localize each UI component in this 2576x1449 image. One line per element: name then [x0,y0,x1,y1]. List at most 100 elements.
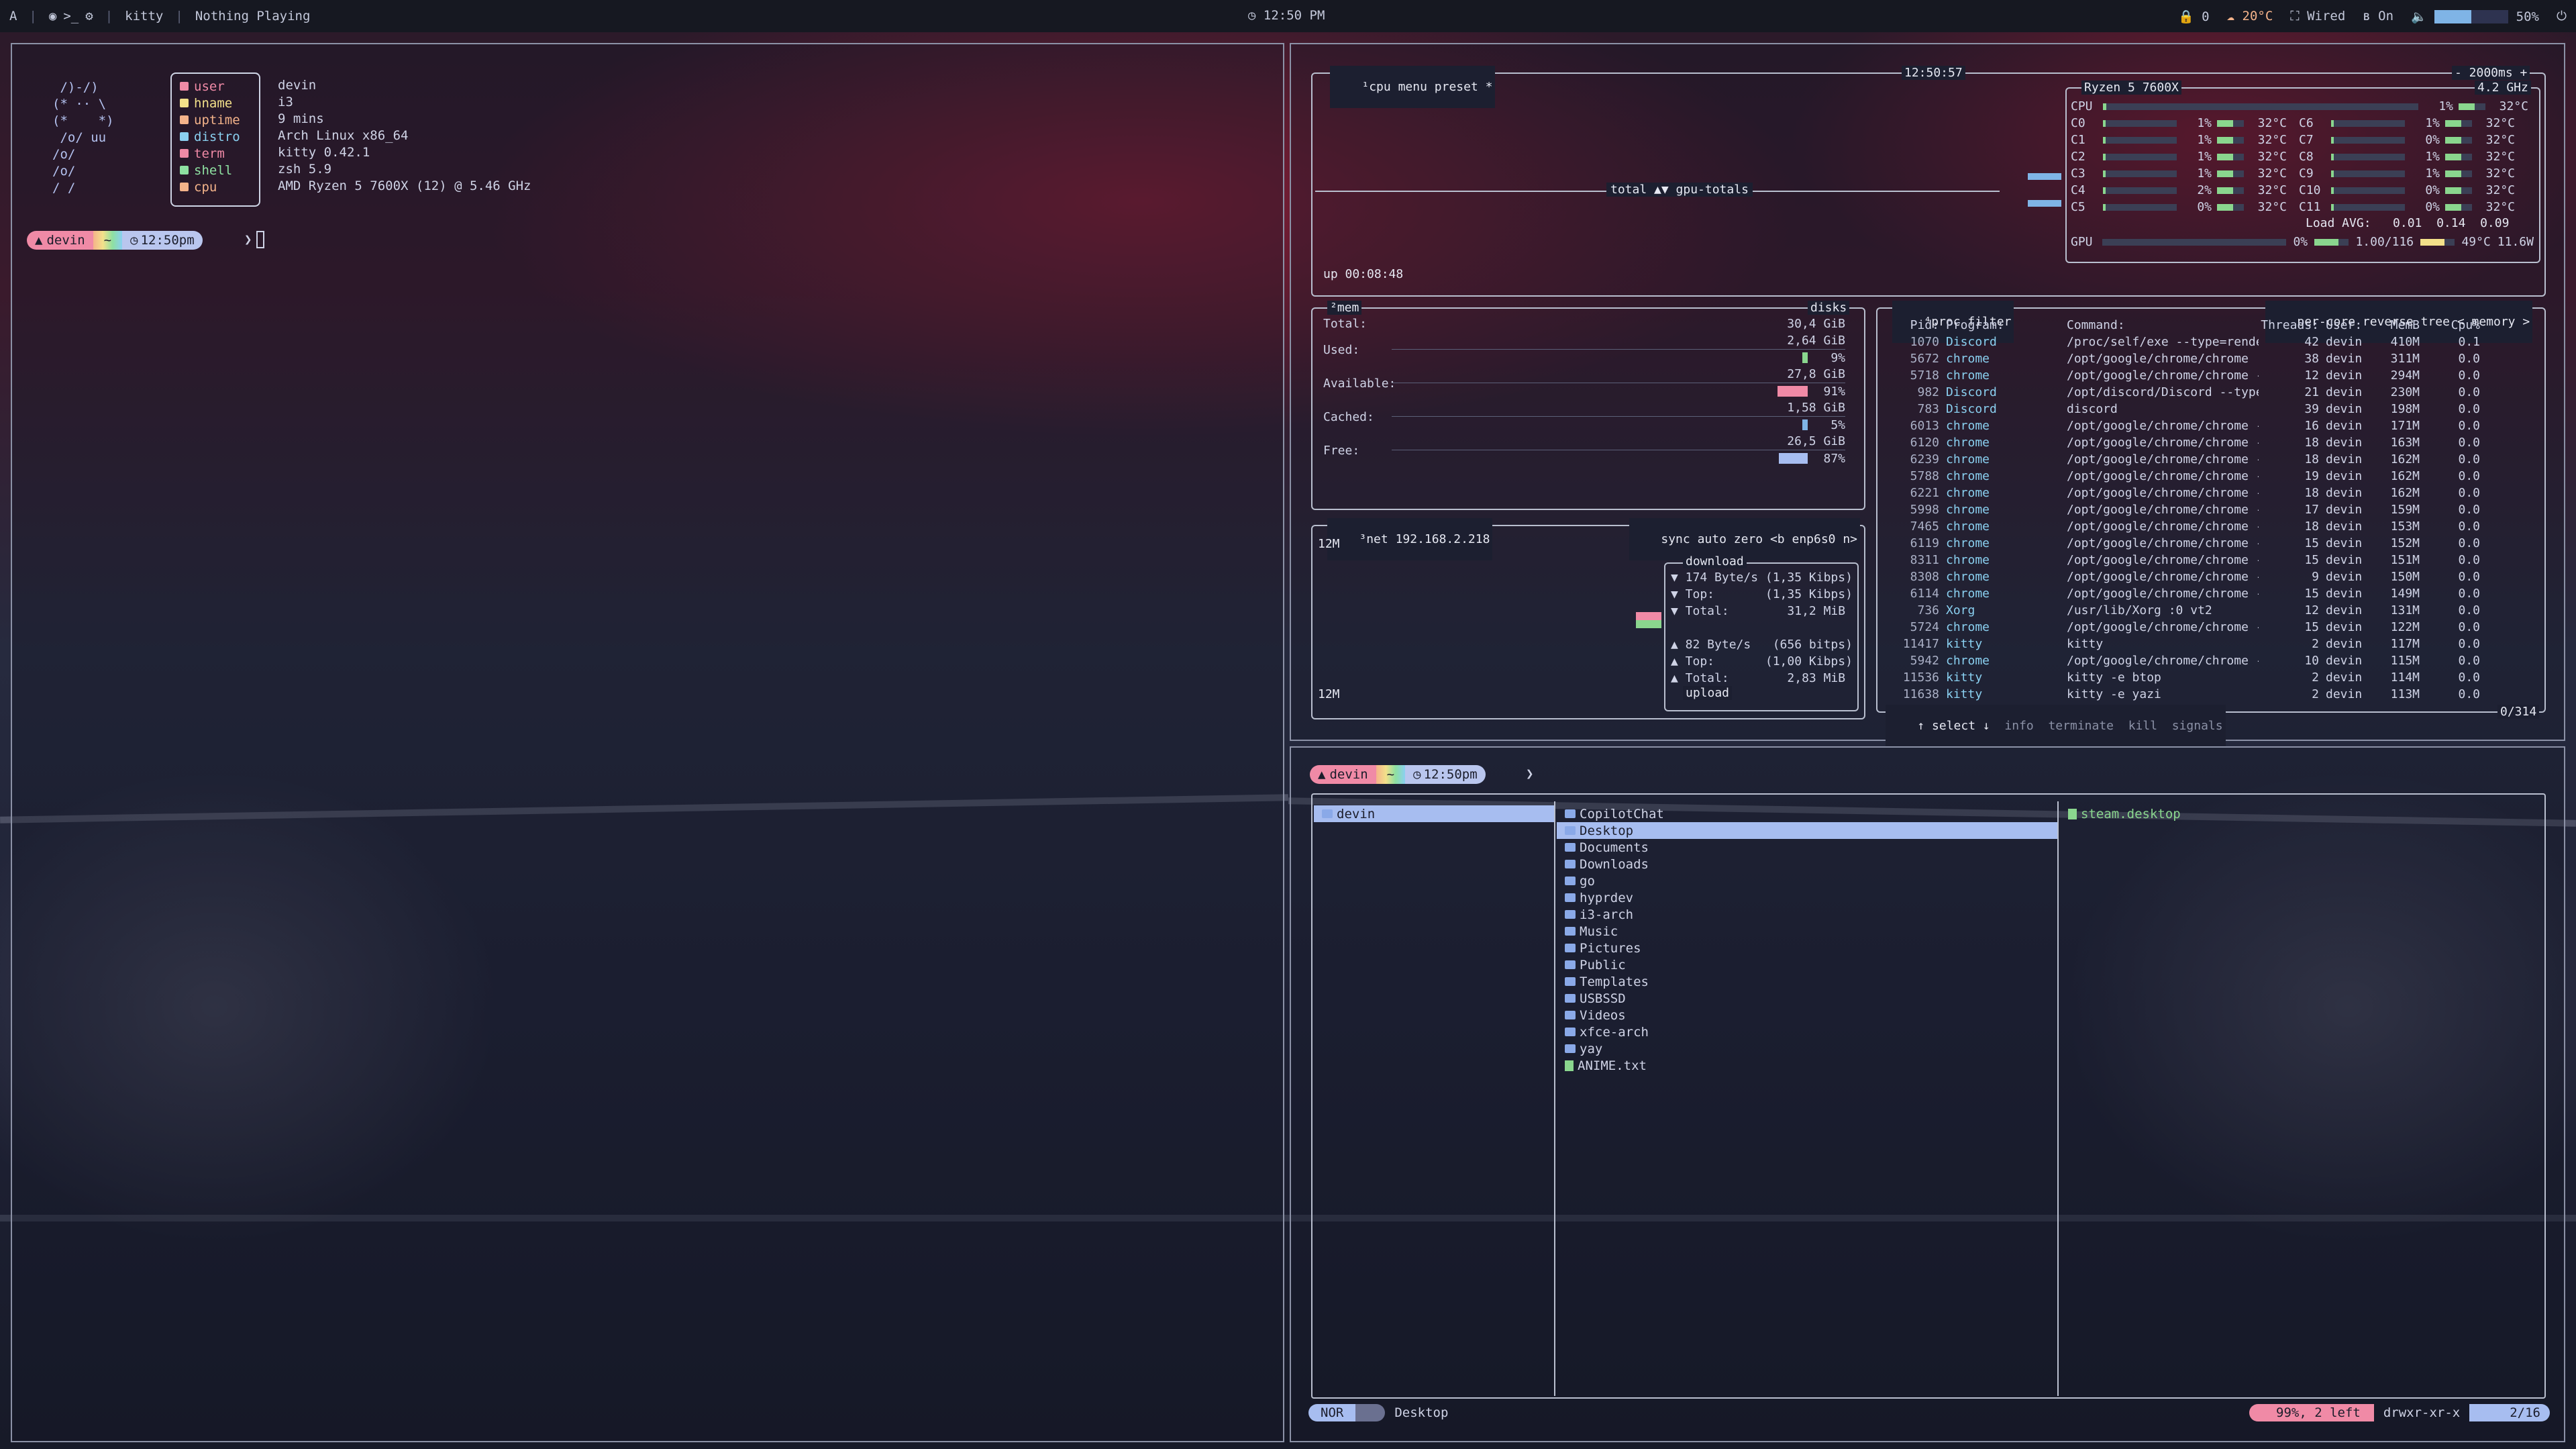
table-row[interactable]: 6221 chrome/opt/google/chrome/chrome --t 1… [1884,485,2539,501]
tab-cpu[interactable]: ¹cpu [1361,80,1390,94]
parent-list[interactable]: devin [1314,801,1554,822]
tab-preset[interactable]: preset * [1435,80,1493,94]
file-entry[interactable]: Downloads [1557,856,2057,872]
terminal-window-yazi[interactable]: ▲ devin ~ ◷ 12:50pm ❯ devin CopilotChat De… [1290,746,2565,1442]
workspaces[interactable]: A | ◉ >_ ⚙ | kitty | Nothing Playing [9,9,310,23]
tab-menu[interactable]: menu [1398,80,1427,94]
table-cell: 162M [2390,469,2420,483]
gpu-temp: 49°C [2461,235,2491,249]
proc-info-button[interactable]: info [2004,719,2033,733]
table-row[interactable]: 982 Discord/opt/discord/Discord --type=z 2… [1884,384,2539,401]
table-row[interactable]: 5724 chrome/opt/google/chrome/chrome --t 1… [1884,619,2539,636]
table-row[interactable]: 11638 kitty kitty -e yazi 2 devin 113M 0.0 [1884,686,2539,703]
settings-icon[interactable]: ⚙ [85,9,93,23]
volume-slider[interactable] [2434,10,2509,23]
cpu-clock: 12:50:57 [1902,66,1965,80]
file-entry[interactable]: yay [1557,1040,2057,1057]
current-pane[interactable]: CopilotChat Desktop Documents Downloads go hy… [1557,801,2059,1396]
table-row[interactable]: 1070 Discord/proc/self/exe --type=rendere… [1884,334,2539,350]
cursor[interactable] [256,231,264,248]
table-row[interactable]: 5718 chrome/opt/google/chrome/chrome --t 1… [1884,367,2539,384]
preview-pane[interactable]: steam.desktop [2060,801,2543,1396]
weather[interactable]: ☁ 20°C [2227,9,2273,23]
table-row[interactable]: 11536 kitty kitty -e btop 2 devin 114M 0.0 [1884,669,2539,686]
file-entry[interactable]: i3-arch [1557,906,2057,923]
file-entry[interactable]: Music [1557,923,2057,940]
table-row[interactable]: 6114 chrome/opt/google/chrome/chrome --t 1… [1884,585,2539,602]
net-title[interactable]: ³net [1359,532,1388,546]
table-row[interactable]: 5672 chrome/opt/google/chrome/chrome 38 dev… [1884,350,2539,367]
bluetooth[interactable]: ʙ On [2363,9,2393,23]
terminal-window-btop[interactable]: ¹cpu menu preset * 12:50:57 - 2000ms + t… [1290,43,2565,747]
volume[interactable]: 🔈 50% [2411,9,2539,24]
table-cell: 159M [2390,503,2420,517]
core-name: C11 [2299,200,2321,214]
prompt-user-text: devin [46,233,85,248]
file-entry[interactable]: Videos [1557,1007,2057,1023]
table-row[interactable]: 8311 chrome/opt/google/chrome/chrome --t 1… [1884,552,2539,568]
preview-entry[interactable]: steam.desktop [2060,805,2543,822]
file-entry[interactable]: go [1557,872,2057,889]
terminal-icon[interactable]: >_ [63,9,79,23]
net-option-zero[interactable]: zero [1734,532,1763,546]
table-row[interactable]: 5788 chrome/opt/google/chrome/chrome --t 1… [1884,468,2539,485]
mem-bar [1777,386,1808,397]
net-box-title[interactable]: ³net 192.168.2.218 [1327,518,1493,560]
table-row[interactable]: 6120 chrome/opt/google/chrome/chrome --t 1… [1884,434,2539,451]
proc-footer[interactable]: ↑ select ↓ info terminate kill signals [1886,705,2226,747]
usage-meter-fill [2217,187,2233,194]
process-table[interactable]: Pid: Program: Command: Threads: User: MemB Cpu… [1884,317,2539,703]
mode-indicator-tail [1355,1404,1386,1421]
file-entry[interactable]: xfce-arch [1557,1023,2057,1040]
mem-box-title[interactable]: ²mem [1327,301,1362,315]
cpu-model: Ryzen 5 7600X [2081,81,2181,95]
file-entry[interactable]: Templates [1557,973,2057,990]
file-entry[interactable]: Documents [1557,839,2057,856]
update-interval[interactable]: - 2000ms + [2452,66,2530,80]
proc-select[interactable]: ↑ select ↓ [1917,719,1990,733]
terminal-window-fetch[interactable]: /)-/) (* ·· \ (* *) /o/ uu/o/ /o/ / / user hn… [11,43,1284,1442]
notifications[interactable]: 🔒 0 [2178,9,2210,24]
preview-list[interactable]: steam.desktop [2060,801,2543,822]
table-row[interactable]: 6119 chrome/opt/google/chrome/chrome --t 1… [1884,535,2539,552]
cpu-core: C9 1% 32°C [2299,166,2527,181]
file-entry[interactable]: CopilotChat [1557,805,2057,822]
table-row[interactable]: 5942 chrome/opt/google/chrome/chrome --t 1… [1884,652,2539,669]
file-entry[interactable]: Public [1557,956,2057,973]
file-entry[interactable]: USBSSD [1557,990,2057,1007]
table-row[interactable]: 6239 chrome/opt/google/chrome/chrome --t 1… [1884,451,2539,468]
net-option-sync[interactable]: sync [1661,532,1690,546]
network[interactable]: ⛶ Wired [2290,9,2345,23]
arch-logo-icon[interactable]: A [9,9,17,23]
table-row[interactable]: 11417 kitty kitty 2 devin 117M 0.0 [1884,636,2539,652]
table-row[interactable]: 8308 chrome/opt/google/chrome/chrome --t 9… [1884,568,2539,585]
volume-text: 50% [2516,9,2539,24]
table-row[interactable]: 7465 chrome/opt/google/chrome/chrome --t 1… [1884,518,2539,535]
table-cell: 0.0 [2458,687,2480,701]
table-cell: /proc/self/exe --type=rendere [2067,335,2259,349]
disks-toggle[interactable]: disks [1808,301,1850,315]
proc-kill-button[interactable]: kill [2128,719,2157,733]
file-entry[interactable]: ANIME.txt [1557,1057,2057,1074]
table-row[interactable]: 736 Xorg/usr/lib/Xorg :0 vt2 12 devin 131M 0.… [1884,602,2539,619]
media-status[interactable]: Nothing Playing [195,9,311,23]
file-entry[interactable]: devin [1314,805,1554,822]
cpu-box-tabs[interactable]: ¹cpu menu preset * [1330,66,1496,108]
table-row[interactable]: 783 Discord discord 39 devin 198M 0.0 [1884,401,2539,417]
table-row[interactable]: 5998 chrome/opt/google/chrome/chrome --t 1… [1884,501,2539,518]
current-list[interactable]: CopilotChat Desktop Documents Downloads go hy… [1557,801,2057,1074]
file-entry[interactable]: hyprdev [1557,889,2057,906]
file-entry[interactable]: Pictures [1557,940,2057,956]
parent-pane[interactable]: devin [1314,801,1555,1396]
table-row[interactable]: 6013 chrome/opt/google/chrome/chrome --t 1… [1884,417,2539,434]
discord-icon[interactable]: ◉ [49,9,56,23]
core-name: C2 [2071,150,2085,164]
net-interface-select[interactable]: <b enp6s0 n> [1770,532,1857,546]
proc-terminate-button[interactable]: terminate [2048,719,2114,733]
proc-signals-button[interactable]: signals [2172,719,2223,733]
net-option-auto[interactable]: auto [1698,532,1727,546]
clock[interactable]: ◷ 12:50 PM [1248,8,1325,23]
file-entry[interactable]: Desktop [1557,822,2057,839]
power-icon[interactable]: ⏻ [2557,9,2567,23]
column-header: Program: [1946,318,2004,332]
